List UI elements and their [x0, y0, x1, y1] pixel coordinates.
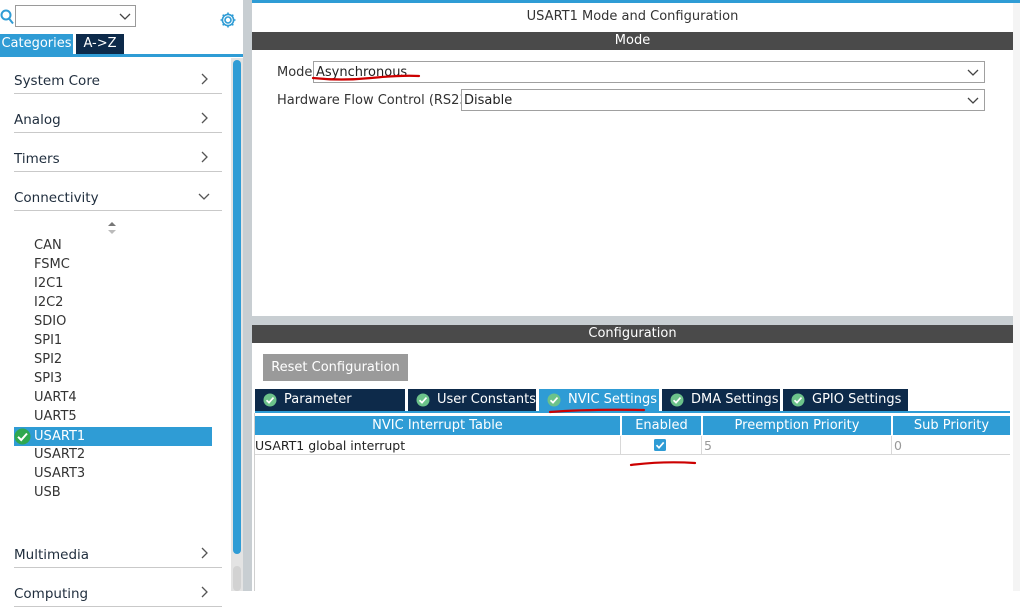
- peripheral-usart1[interactable]: USART1: [14, 427, 212, 446]
- tab-dma-settings[interactable]: DMA Settings: [662, 389, 780, 411]
- category-connectivity[interactable]: Connectivity: [14, 186, 222, 211]
- tab-label: DMA Settings: [691, 392, 779, 407]
- chevron-down-icon: [967, 97, 979, 104]
- category-timers[interactable]: Timers: [14, 147, 222, 172]
- sidebar-scrollbar-lower[interactable]: [233, 566, 241, 591]
- enabled-checkbox[interactable]: [654, 439, 666, 451]
- enabled-cell: [621, 436, 702, 455]
- configuration-section-header: Configuration: [252, 325, 1013, 343]
- category-system-core[interactable]: System Core: [14, 69, 222, 94]
- category-label: Multimedia: [14, 547, 90, 563]
- chevron-right-icon: [201, 112, 208, 124]
- check-circle-icon: [791, 393, 805, 407]
- top-accent-line: [252, 0, 1020, 3]
- check-circle-icon: [263, 393, 277, 407]
- tabs-underline: [0, 54, 243, 57]
- peripheral-can[interactable]: CAN: [34, 236, 62, 255]
- peripheral-i2c2[interactable]: I2C2: [34, 293, 63, 312]
- peripheral-fsmc[interactable]: FSMC: [34, 255, 70, 274]
- page-title: USART1 Mode and Configuration: [526, 9, 739, 24]
- sort-icon[interactable]: [107, 222, 117, 234]
- gear-icon[interactable]: [219, 11, 237, 29]
- category-label: System Core: [14, 73, 100, 89]
- chevron-right-icon: [201, 547, 208, 559]
- red-underline-annotation: [311, 74, 421, 81]
- category-label: Computing: [14, 586, 89, 602]
- peripheral-uart5[interactable]: UART5: [34, 407, 77, 426]
- peripheral-spi3[interactable]: SPI3: [34, 369, 62, 388]
- peripheral-usart2[interactable]: USART2: [34, 445, 85, 464]
- category-label: Analog: [14, 112, 61, 128]
- mode-label: Mode: [277, 65, 313, 80]
- check-circle-icon: [14, 428, 31, 445]
- tab-categories[interactable]: Categories: [0, 34, 73, 54]
- left-sidebar: Categories A->Z System Core Analog Timer…: [0, 0, 243, 607]
- peripheral-uart4[interactable]: UART4: [34, 388, 77, 407]
- mode-section-header: Mode: [252, 32, 1013, 50]
- reset-configuration-button[interactable]: Reset Configuration: [263, 354, 408, 381]
- chevron-right-icon: [201, 586, 208, 598]
- tab-a-to-z[interactable]: A->Z: [76, 34, 124, 54]
- peripheral-usart3[interactable]: USART3: [34, 464, 85, 483]
- chevron-down-icon: [967, 69, 979, 76]
- sidebar-scrollbar-thumb[interactable]: [233, 60, 241, 554]
- check-circle-icon: [416, 393, 430, 407]
- hw-flow-select[interactable]: Disable: [461, 89, 985, 111]
- section-splitter[interactable]: [252, 316, 1013, 325]
- peripheral-spi2[interactable]: SPI2: [34, 350, 62, 369]
- category-computing[interactable]: Computing: [14, 582, 222, 607]
- search-select[interactable]: [15, 5, 136, 27]
- peripheral-i2c1[interactable]: I2C1: [34, 274, 63, 293]
- sub-priority-cell[interactable]: 0: [892, 436, 1010, 455]
- column-header-sub-priority[interactable]: Sub Priority: [893, 416, 1010, 435]
- panel-divider[interactable]: [243, 0, 252, 591]
- hw-flow-label: Hardware Flow Control (RS232): [277, 93, 482, 108]
- hw-flow-select-value: Disable: [464, 93, 513, 108]
- peripheral-usb[interactable]: USB: [34, 483, 61, 502]
- search-icon[interactable]: [0, 9, 14, 25]
- tab-label: User Constants: [437, 392, 536, 407]
- column-header-interrupt[interactable]: NVIC Interrupt Table: [255, 416, 620, 435]
- peripheral-sdio[interactable]: SDIO: [34, 312, 66, 331]
- chevron-down-icon: [119, 13, 131, 20]
- main-panel: USART1 Mode and Configuration Mode Mode …: [252, 0, 1020, 591]
- chevron-right-icon: [201, 151, 208, 163]
- tab-gpio-settings[interactable]: GPIO Settings: [783, 389, 908, 411]
- column-header-preemption[interactable]: Preemption Priority: [703, 416, 891, 435]
- right-edge: [1013, 3, 1020, 591]
- chevron-right-icon: [201, 73, 208, 85]
- peripheral-spi1[interactable]: SPI1: [34, 331, 62, 350]
- peripheral-label: USART1: [34, 429, 86, 444]
- preemption-priority-cell[interactable]: 5: [702, 436, 892, 455]
- column-header-enabled[interactable]: Enabled: [622, 416, 701, 435]
- category-label: Connectivity: [14, 190, 99, 206]
- interrupt-name-cell: USART1 global interrupt: [255, 436, 621, 455]
- check-circle-icon: [670, 393, 684, 407]
- tab-user-constants[interactable]: User Constants: [408, 389, 536, 411]
- search-row: [0, 4, 243, 30]
- tab-parameter-settings[interactable]: Parameter Settings: [255, 389, 405, 429]
- chevron-down-icon: [198, 193, 210, 200]
- red-underline-annotation: [548, 408, 646, 414]
- category-label: Timers: [14, 151, 60, 167]
- category-multimedia[interactable]: Multimedia: [14, 543, 222, 568]
- red-underline-annotation: [629, 461, 697, 467]
- tab-label: GPIO Settings: [812, 392, 902, 407]
- category-analog[interactable]: Analog: [14, 108, 222, 133]
